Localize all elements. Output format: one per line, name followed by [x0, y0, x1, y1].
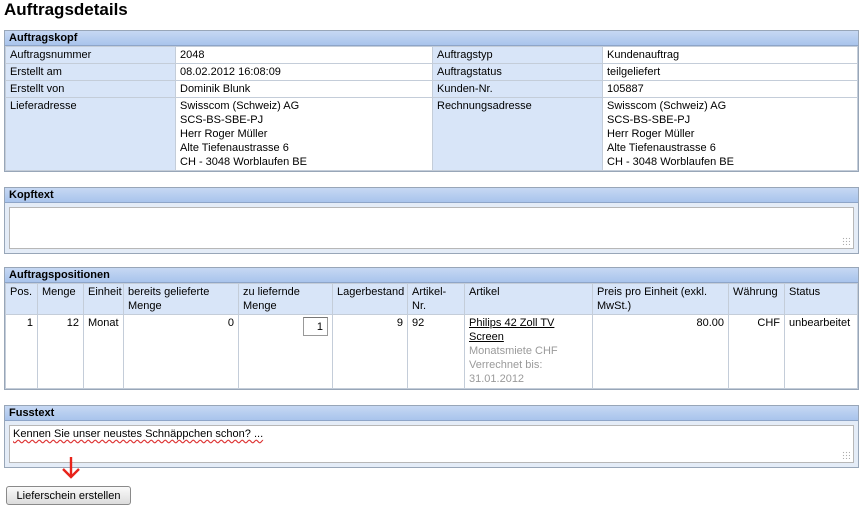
column-header: Artikel — [464, 283, 593, 315]
address-line: SCS-BS-SBE-PJ — [180, 114, 264, 126]
address-line: Alte Tiefenaustrasse 6 — [607, 142, 716, 154]
billing-address-value: Swisscom (Schweiz) AG SCS-BS-SBE-PJ Herr… — [602, 97, 858, 171]
status-cell: unbearbeitet — [784, 314, 858, 389]
address-line: SCS-BS-SBE-PJ — [607, 114, 691, 126]
address-line: Swisscom (Schweiz) AG — [607, 100, 727, 112]
column-header: Einheit — [83, 283, 124, 315]
resize-grip-icon[interactable] — [842, 237, 850, 245]
position-cell: 1 — [5, 314, 38, 389]
header-text-panel: Kopftext — [4, 187, 859, 254]
address-line: Herr Roger Müller — [180, 128, 268, 140]
table-row: Auftragsnummer 2048 Auftragstyp Kundenau… — [5, 46, 858, 64]
footer-text-panel: Fusstext Kennen Sie unser neustes Schnäp… — [4, 405, 859, 468]
column-header: bereits gelieferte Menge — [123, 283, 239, 315]
column-header: Währung — [728, 283, 785, 315]
to-deliver-input[interactable] — [303, 317, 328, 336]
address-line: Swisscom (Schweiz) AG — [180, 100, 300, 112]
table-row: Lieferadresse Swisscom (Schweiz) AG SCS-… — [5, 97, 858, 171]
table-header-row: Pos. Menge Einheit bereits gelieferte Me… — [5, 283, 858, 315]
created-by-value: Dominik Blunk — [175, 80, 433, 98]
column-header: Menge — [37, 283, 84, 315]
order-type-value: Kundenauftrag — [602, 46, 858, 64]
order-header-title: Auftragskopf — [5, 31, 858, 46]
table-row: Erstellt von Dominik Blunk Kunden-Nr. 10… — [5, 80, 858, 98]
customer-number-value: 105887 — [602, 80, 858, 98]
header-text-title: Kopftext — [5, 188, 858, 203]
column-header: Artikel-Nr. — [407, 283, 465, 315]
created-by-label: Erstellt von — [5, 80, 176, 98]
page-title: Auftragsdetails — [4, 0, 128, 19]
delivery-address-value: Swisscom (Schweiz) AG SCS-BS-SBE-PJ Herr… — [175, 97, 433, 171]
to-deliver-cell — [238, 314, 333, 389]
currency-cell: CHF — [728, 314, 785, 389]
order-status-value: teilgeliefert — [602, 63, 858, 81]
order-status-label: Auftragstatus — [432, 63, 603, 81]
customer-number-label: Kunden-Nr. — [432, 80, 603, 98]
footer-text-textarea[interactable]: Kennen Sie unser neustes Schnäppchen sch… — [9, 425, 854, 463]
billing-address-label: Rechnungsadresse — [432, 97, 603, 171]
stock-cell: 9 — [332, 314, 408, 389]
footer-text-title: Fusstext — [5, 406, 858, 421]
order-number-label: Auftragsnummer — [5, 46, 176, 64]
create-delivery-note-button[interactable]: Lieferschein erstellen — [6, 486, 131, 505]
unit-cell: Monat — [83, 314, 124, 389]
column-header: Status — [784, 283, 858, 315]
address-line: CH - 3048 Worblaufen BE — [180, 156, 307, 168]
column-header: Pos. — [5, 283, 38, 315]
created-at-value: 08.02.2012 16:08:09 — [175, 63, 433, 81]
delivered-quantity-cell: 0 — [123, 314, 239, 389]
table-row: 1 12 Monat 0 9 92 Philips 42 Zoll TV Scr… — [5, 314, 858, 389]
address-line: CH - 3048 Worblaufen BE — [607, 156, 734, 168]
article-detail: 31.01.2012 — [469, 373, 525, 385]
quantity-cell: 12 — [37, 314, 84, 389]
header-text-textarea[interactable] — [9, 207, 854, 249]
article-link[interactable]: Philips 42 Zoll TV Screen — [469, 316, 588, 344]
order-positions-panel: Auftragspositionen Pos. Menge Einheit be… — [4, 267, 859, 390]
order-header-table: Auftragsnummer 2048 Auftragstyp Kundenau… — [5, 46, 858, 171]
down-arrow-icon — [62, 457, 80, 479]
table-row: Erstellt am 08.02.2012 16:08:09 Auftrags… — [5, 63, 858, 81]
article-number-cell: 92 — [407, 314, 465, 389]
column-header: Lagerbestand — [332, 283, 408, 315]
column-header: zu liefernde Menge — [238, 283, 333, 315]
article-detail: Verrechnet bis: — [469, 359, 543, 371]
delivery-address-label: Lieferadresse — [5, 97, 176, 171]
footer-text-value: Kennen Sie unser neustes Schnäppchen sch… — [13, 428, 264, 440]
created-at-label: Erstellt am — [5, 63, 176, 81]
order-number-value: 2048 — [175, 46, 433, 64]
order-type-label: Auftragstyp — [432, 46, 603, 64]
address-line: Alte Tiefenaustrasse 6 — [180, 142, 289, 154]
address-line: Herr Roger Müller — [607, 128, 695, 140]
price-cell: 80.00 — [592, 314, 729, 389]
column-header: Preis pro Einheit (exkl. MwSt.) — [592, 283, 729, 315]
order-positions-title: Auftragspositionen — [5, 268, 858, 283]
article-cell: Philips 42 Zoll TV Screen Monatsmiete CH… — [464, 314, 593, 389]
positions-table: Pos. Menge Einheit bereits gelieferte Me… — [5, 283, 858, 389]
article-detail: Monatsmiete CHF — [469, 345, 558, 357]
order-header-panel: Auftragskopf Auftragsnummer 2048 Auftrag… — [4, 30, 859, 172]
resize-grip-icon[interactable] — [842, 451, 850, 459]
